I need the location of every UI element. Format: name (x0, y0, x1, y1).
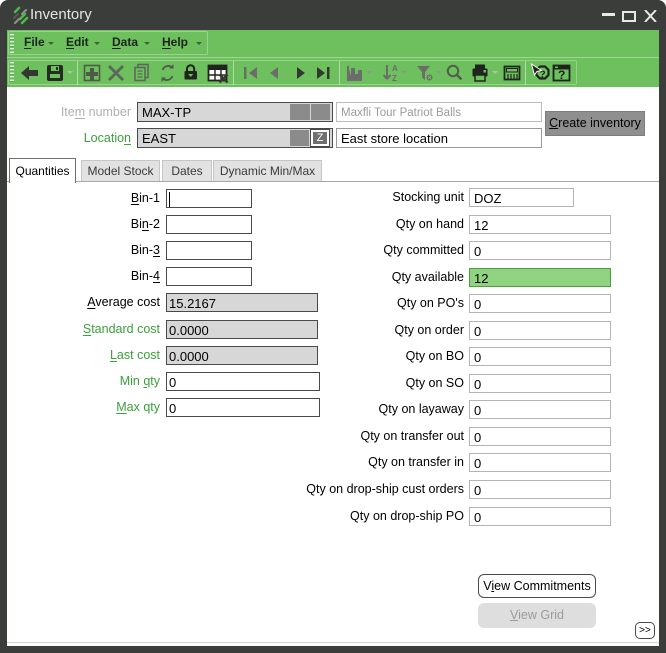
svg-text:Z: Z (392, 74, 397, 83)
svg-text:?: ? (558, 68, 565, 82)
svg-text:A: A (392, 64, 398, 73)
